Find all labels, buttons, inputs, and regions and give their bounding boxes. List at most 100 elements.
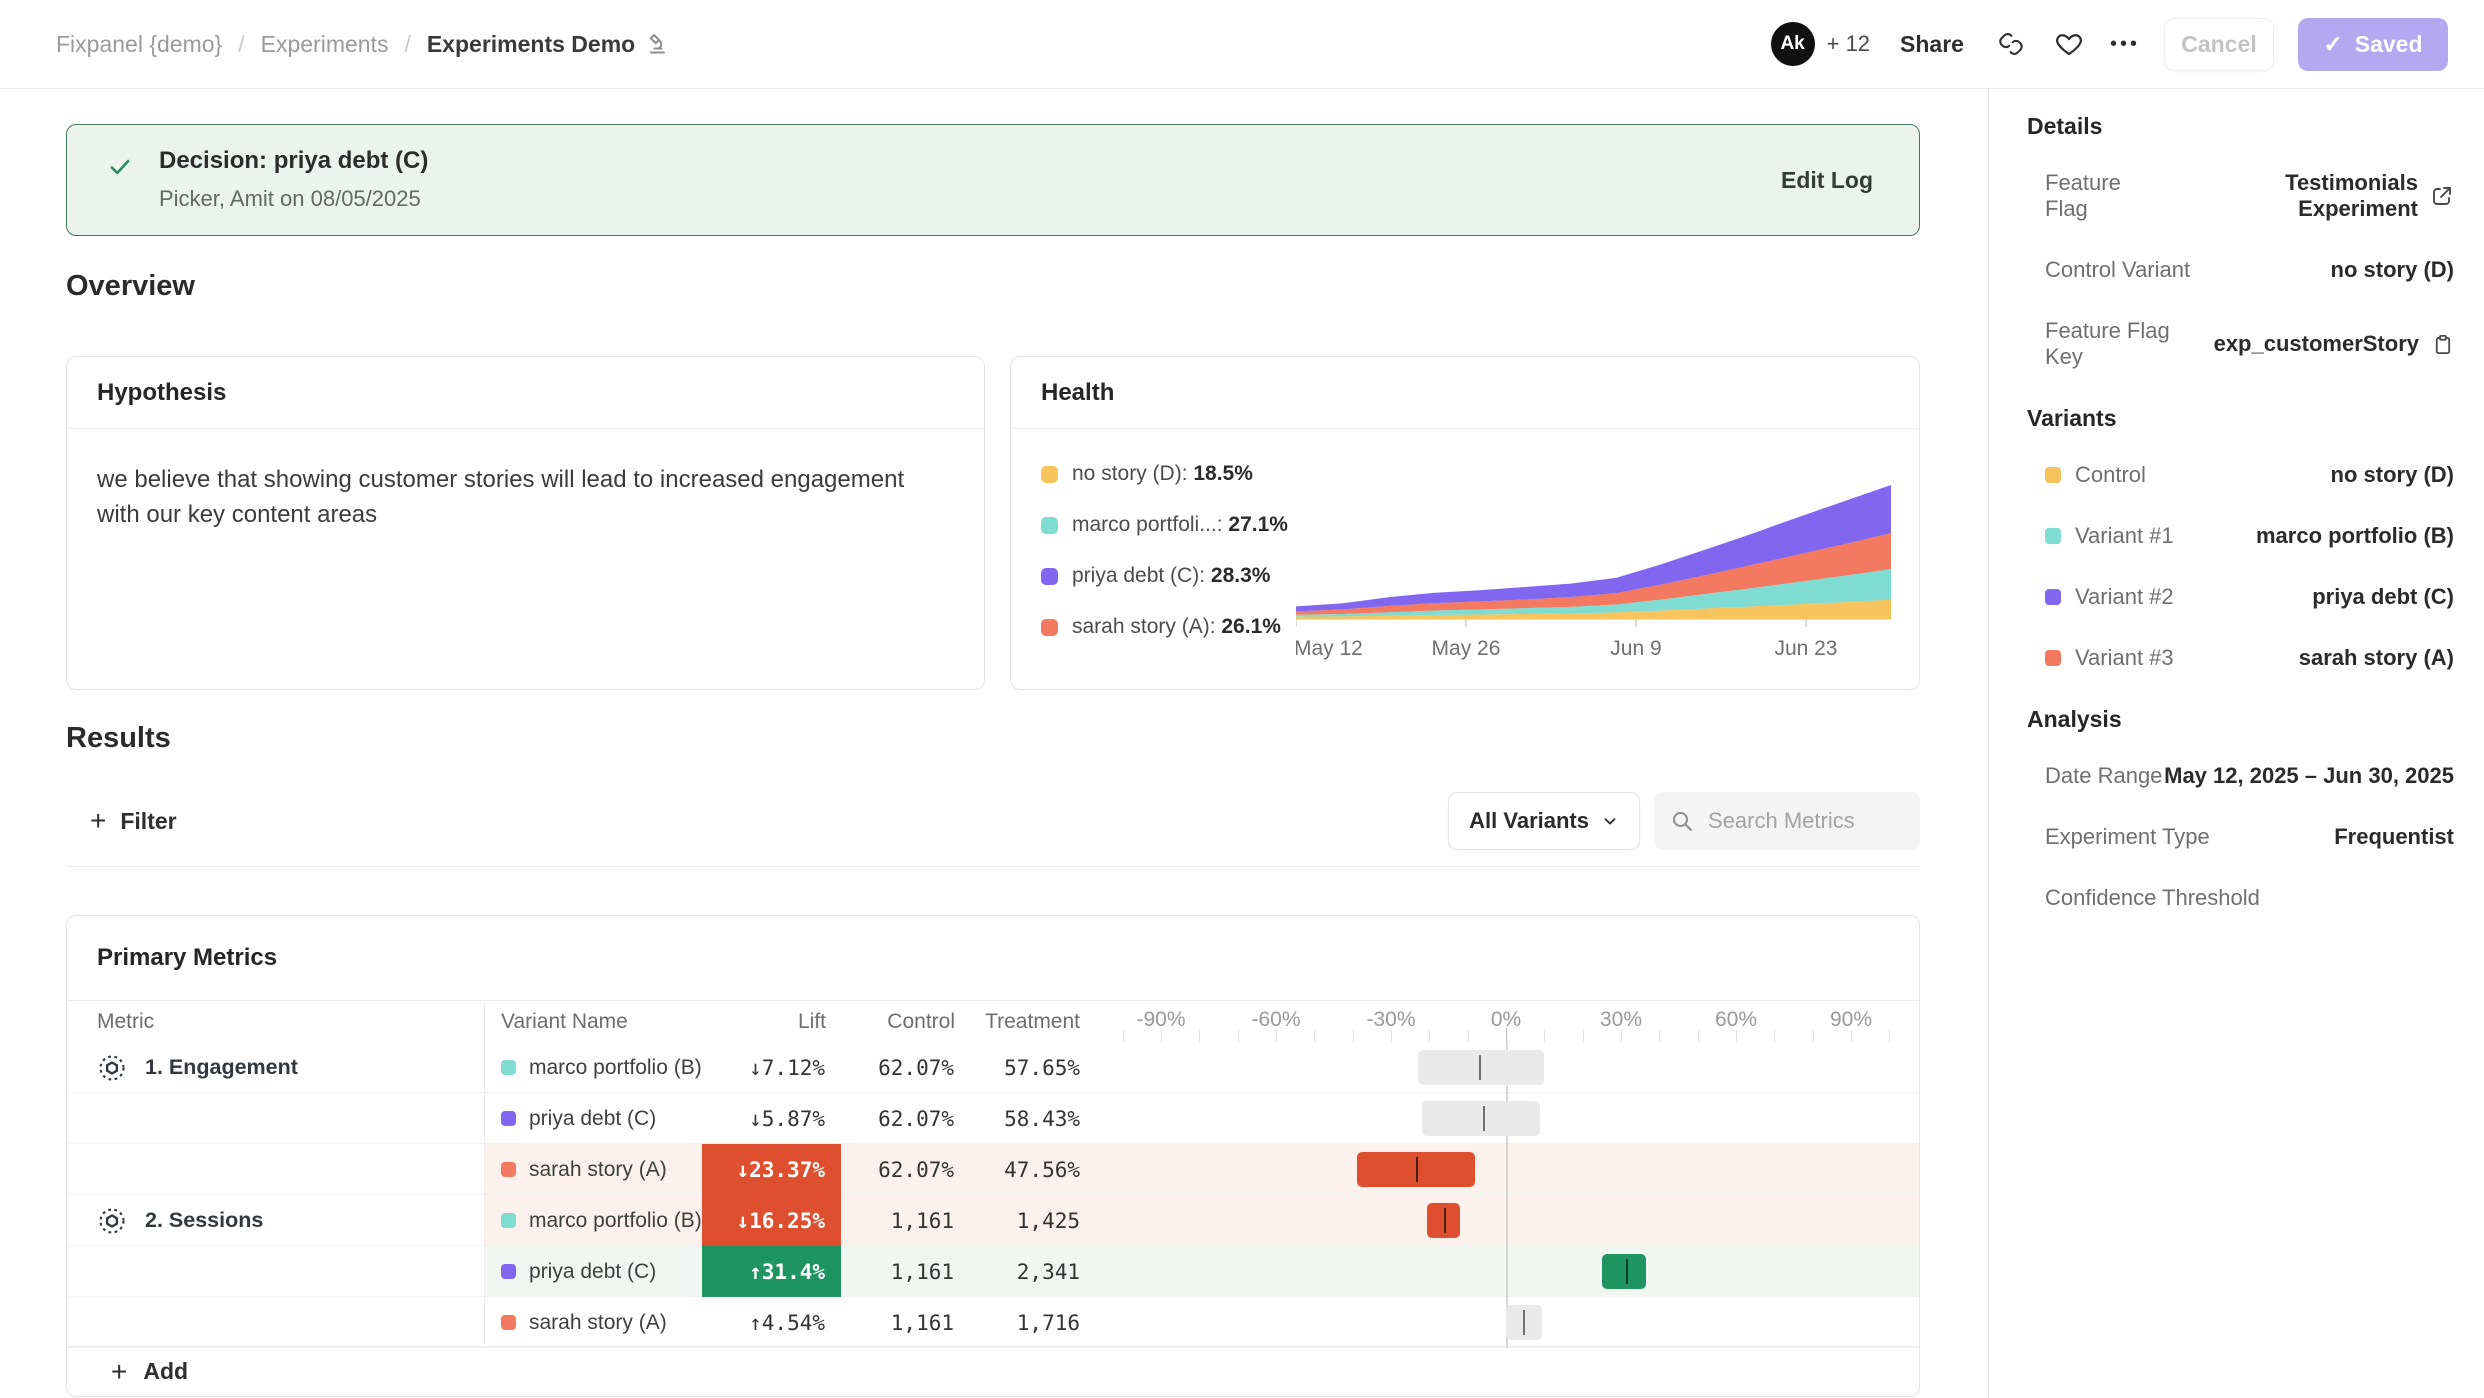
variant-name: sarah story (A)	[529, 1297, 667, 1348]
analysis-row-confidence-threshold: Confidence Threshold	[2045, 885, 2454, 911]
legend-item: marco portfoli...: 27.1%	[1041, 513, 1288, 537]
confidence-interval-plot	[1091, 1093, 1919, 1144]
metric-name[interactable]: 2. Sessions	[97, 1195, 263, 1246]
add-filter-button[interactable]: + Filter	[90, 807, 177, 835]
check-icon	[107, 154, 133, 180]
lift-point-estimate	[1626, 1259, 1628, 1284]
confidence-interval-plot	[1091, 1246, 1919, 1297]
control-value: 62.07%	[842, 1144, 954, 1195]
axis-label: -30%	[1366, 1008, 1415, 1032]
variant-name: marco portfolio (B)	[529, 1195, 702, 1246]
lift-value: ↑31.4%	[702, 1246, 841, 1297]
svg-text:May 12: May 12	[1296, 637, 1363, 660]
external-link-icon[interactable]	[2430, 184, 2454, 208]
lift-value: ↑4.54%	[702, 1297, 841, 1348]
variant-color-dot	[501, 1315, 516, 1330]
metric-target-icon	[97, 1053, 127, 1083]
control-value: 62.07%	[842, 1093, 954, 1144]
share-button[interactable]: Share	[1900, 31, 1964, 58]
top-bar: Fixpanel {demo} / Experiments / Experime…	[0, 0, 2484, 89]
decision-banner: Decision: priya debt (C) Picker, Amit on…	[66, 124, 1920, 236]
breadcrumb-experiments[interactable]: Experiments	[261, 31, 389, 58]
metric-table-row[interactable]: sarah story (A)↑4.54%1,1611,716	[67, 1297, 1919, 1348]
breadcrumb-project[interactable]: Fixpanel {demo}	[56, 31, 222, 58]
svg-text:May 26: May 26	[1432, 637, 1501, 660]
variants-dropdown[interactable]: All Variants	[1448, 792, 1640, 850]
primary-metrics-table-body: 1. Engagementmarco portfolio (B)↓7.12%62…	[67, 1042, 1919, 1348]
avatar[interactable]: Ak	[1771, 22, 1815, 66]
breadcrumb-current: Experiments Demo	[427, 31, 669, 58]
confidence-interval-plot	[1091, 1297, 1919, 1348]
breadcrumb: Fixpanel {demo} / Experiments / Experime…	[56, 31, 669, 58]
hypothesis-body[interactable]: we believe that showing customer stories…	[67, 429, 947, 567]
details-title: Details	[2027, 113, 2454, 140]
detail-row-feature-flag-key: Feature Flag Key exp_customerStory	[2045, 318, 2454, 370]
svg-text:Jun 23: Jun 23	[1774, 637, 1837, 660]
zero-axis-line	[1506, 1144, 1508, 1195]
search-metrics-input[interactable]	[1706, 807, 1896, 835]
treatment-value: 57.65%	[955, 1042, 1080, 1093]
col-variant: Variant Name	[501, 1010, 628, 1034]
metric-table-row[interactable]: sarah story (A)↓23.37%62.07%47.56%	[67, 1144, 1919, 1195]
variants-title: Variants	[2027, 405, 2454, 432]
zero-axis-line	[1506, 1246, 1508, 1297]
variants-section: Variants Control no story (D) Variant #1…	[2027, 405, 2454, 671]
cancel-button[interactable]: Cancel	[2164, 18, 2274, 71]
experiment-page: Fixpanel {demo} / Experiments / Experime…	[0, 0, 2484, 1398]
clipboard-copy-icon[interactable]	[2431, 333, 2454, 356]
variant-color-dot	[501, 1162, 516, 1177]
hypothesis-card: Hypothesis we believe that showing custo…	[66, 356, 985, 690]
control-value: 1,161	[842, 1297, 954, 1348]
variant-color-dot	[501, 1111, 516, 1126]
legend-item: sarah story (A): 26.1%	[1041, 615, 1288, 639]
top-bar-actions: Ak + 12 Share ••• Cancel ✓ Saved	[1771, 18, 2448, 71]
add-metric-button[interactable]: + Add	[67, 1346, 1919, 1396]
more-options-icon[interactable]: •••	[2110, 33, 2140, 56]
analysis-row-date-range: Date Range May 12, 2025 – Jun 30, 2025	[2045, 763, 2454, 789]
col-treatment: Treatment	[967, 1010, 1080, 1034]
metric-table-row[interactable]: 1. Engagementmarco portfolio (B)↓7.12%62…	[67, 1042, 1919, 1093]
details-sidebar: Details Feature Flag Testimonials Experi…	[1988, 89, 2484, 1398]
copy-link-icon[interactable]	[1994, 27, 2028, 61]
search-icon	[1670, 809, 1694, 833]
edit-log-button[interactable]: Edit Log	[1781, 167, 1873, 194]
axis-label: 60%	[1715, 1008, 1757, 1032]
collaborators-count[interactable]: + 12	[1827, 31, 1870, 57]
variant-color-dot	[501, 1060, 516, 1075]
variant-color-dot	[501, 1264, 516, 1279]
variant-swatch	[2045, 467, 2061, 483]
breadcrumb-separator: /	[238, 31, 244, 58]
treatment-value: 2,341	[955, 1246, 1080, 1297]
variant-row: Variant #3 sarah story (A)	[2045, 645, 2454, 671]
col-control: Control	[857, 1010, 955, 1034]
favorite-heart-icon[interactable]	[2052, 27, 2086, 61]
health-stacked-area-chart[interactable]: May 12May 26Jun 9Jun 23	[1296, 459, 1896, 669]
hypothesis-title: Hypothesis	[67, 357, 984, 429]
legend-swatch	[1041, 619, 1058, 636]
metric-name[interactable]: 1. Engagement	[97, 1042, 298, 1093]
control-value: 1,161	[842, 1195, 954, 1246]
legend-swatch	[1041, 466, 1058, 483]
health-card: Health no story (D): 18.5% marco portfol…	[1010, 356, 1920, 690]
detail-row-control-variant: Control Variant no story (D)	[2045, 257, 2454, 283]
metric-table-row[interactable]: priya debt (C)↑31.4%1,1612,341	[67, 1246, 1919, 1297]
analysis-row-experiment-type: Experiment Type Frequentist	[2045, 824, 2454, 850]
plus-icon: +	[90, 807, 106, 835]
confidence-interval-plot	[1091, 1195, 1919, 1246]
plus-icon: +	[111, 1358, 127, 1386]
lift-point-estimate	[1479, 1055, 1481, 1080]
treatment-value: 1,425	[955, 1195, 1080, 1246]
confidence-interval-plot	[1091, 1042, 1919, 1093]
confidence-interval-plot	[1091, 1144, 1919, 1195]
decision-title: Decision: priya debt (C)	[159, 149, 428, 173]
breadcrumb-separator: /	[404, 31, 410, 58]
saved-button[interactable]: ✓ Saved	[2298, 18, 2448, 71]
page-title: Experiments Demo	[427, 31, 635, 58]
metric-table-row[interactable]: priya debt (C)↓5.87%62.07%58.43%	[67, 1093, 1919, 1144]
axis-label: -90%	[1136, 1008, 1185, 1032]
lift-value: ↓16.25%	[702, 1195, 841, 1246]
lift-point-estimate	[1416, 1157, 1418, 1182]
lift-point-estimate	[1523, 1310, 1525, 1335]
metric-table-row[interactable]: 2. Sessions marco portfolio (B)↓16.25%1,1…	[67, 1195, 1919, 1246]
results-toolbar: + Filter All Variants	[66, 792, 1920, 850]
